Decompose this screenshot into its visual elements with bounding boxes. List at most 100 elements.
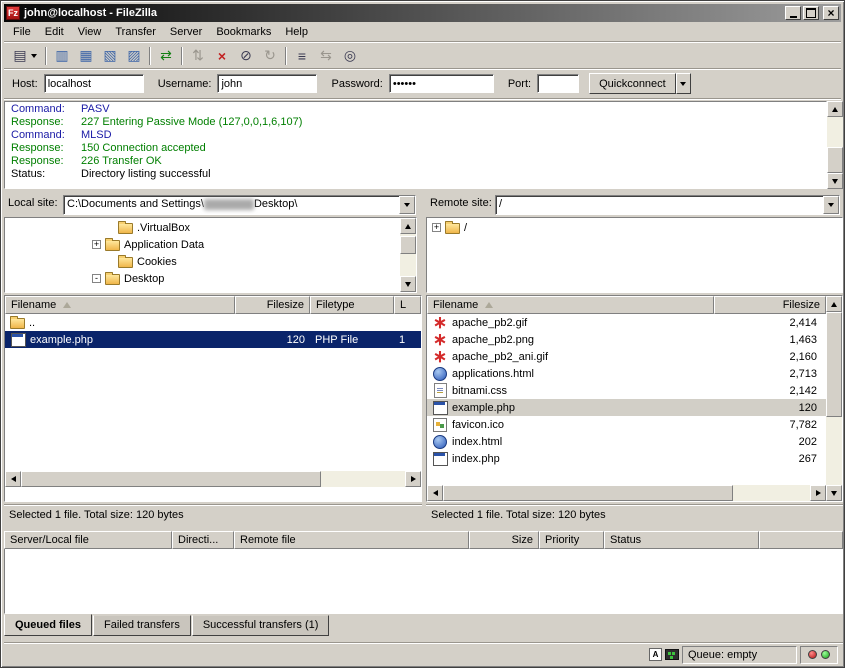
list-row[interactable]: index.php 267: [427, 450, 826, 467]
scroll-right-icon[interactable]: [405, 471, 421, 487]
column-header-filesize[interactable]: Filesize: [714, 296, 826, 314]
local-list-header: Filename Filesize Filetype L: [5, 296, 421, 314]
toggle-local-tree-icon[interactable]: ▦: [75, 46, 97, 66]
scroll-up-icon[interactable]: [400, 218, 416, 234]
list-row-example-php[interactable]: example.php 120 PHP File 1: [5, 331, 421, 348]
column-header-filesize[interactable]: Filesize: [235, 296, 310, 314]
scrollbar-thumb[interactable]: [827, 147, 843, 173]
quickconnect-button[interactable]: Quickconnect: [589, 73, 676, 94]
directory-comparison-icon[interactable]: ⇆: [315, 46, 337, 66]
toolbar: ▤ ▥ ▦ ▧ ▨ ⇄ ⇅ × ⊘ ↻ ≡ ⇆ ◎: [4, 43, 841, 69]
menu-transfer[interactable]: Transfer: [108, 24, 163, 40]
scroll-left-icon[interactable]: [5, 471, 21, 487]
port-input[interactable]: [537, 74, 579, 93]
username-input[interactable]: [217, 74, 317, 93]
column-header-remote-file[interactable]: Remote file: [234, 531, 469, 549]
file-search-icon[interactable]: ◎: [339, 46, 361, 66]
column-header-status[interactable]: Status: [604, 531, 759, 549]
column-header-size[interactable]: Size: [469, 531, 539, 549]
site-manager-icon[interactable]: ▤: [9, 46, 41, 66]
refresh-icon[interactable]: ⇄: [155, 46, 177, 66]
queue-list-empty[interactable]: [4, 549, 843, 614]
tab-failed-transfers[interactable]: Failed transfers: [93, 615, 191, 636]
scroll-down-icon[interactable]: [826, 485, 842, 501]
list-row[interactable]: applications.html 2,713: [427, 365, 826, 382]
list-row[interactable]: favicon.ico 7,782: [427, 416, 826, 433]
password-input[interactable]: [389, 74, 494, 93]
scroll-right-icon[interactable]: [810, 485, 826, 501]
column-header-direction[interactable]: Directi...: [172, 531, 234, 549]
directory-listing-filters-icon[interactable]: ≡: [291, 46, 313, 66]
list-row[interactable]: apache_pb2_ani.gif 2,160: [427, 348, 826, 365]
queue-status-text: Queue: empty: [688, 649, 757, 661]
expand-icon[interactable]: +: [432, 223, 441, 232]
toggle-queue-icon[interactable]: ▨: [123, 46, 145, 66]
local-list-hscrollbar[interactable]: [5, 471, 421, 487]
column-header-modified[interactable]: L: [394, 296, 421, 314]
scroll-down-icon[interactable]: [827, 173, 843, 189]
reconnect-icon[interactable]: ↻: [259, 46, 281, 66]
scroll-up-icon[interactable]: [827, 101, 843, 117]
remote-site-combo[interactable]: /: [495, 195, 840, 215]
folder-icon: [105, 240, 120, 251]
data-type-indicator-icon: [649, 648, 662, 661]
scroll-down-icon[interactable]: [400, 276, 416, 292]
column-header-filename[interactable]: Filename: [5, 296, 235, 314]
local-tree-scrollbar[interactable]: [400, 218, 416, 292]
combo-dropdown-icon[interactable]: [399, 196, 415, 214]
toolbar-separator: [181, 47, 183, 65]
combo-dropdown-icon[interactable]: [823, 196, 839, 214]
menu-view[interactable]: View: [71, 24, 109, 40]
menu-bookmarks[interactable]: Bookmarks: [209, 24, 278, 40]
column-header-priority[interactable]: Priority: [539, 531, 604, 549]
cancel-icon[interactable]: ×: [211, 46, 233, 66]
menu-edit[interactable]: Edit: [38, 24, 71, 40]
log-line: Command:MLSD: [11, 129, 826, 142]
scroll-up-icon[interactable]: [826, 296, 842, 312]
tree-item-application-data[interactable]: + Application Data: [5, 236, 400, 253]
close-button[interactable]: [823, 6, 839, 20]
tab-successful-transfers[interactable]: Successful transfers (1): [192, 615, 330, 636]
port-label: Port:: [508, 78, 531, 90]
tab-queued-files[interactable]: Queued files: [4, 614, 92, 636]
collapse-icon[interactable]: -: [92, 274, 101, 283]
column-header-server-local-file[interactable]: Server/Local file: [4, 531, 172, 549]
list-row[interactable]: apache_pb2.gif 2,414: [427, 314, 826, 331]
list-row[interactable]: apache_pb2.png 1,463: [427, 331, 826, 348]
list-row-selected[interactable]: example.php 120: [427, 399, 826, 416]
list-row-parent-dir[interactable]: ..: [5, 314, 421, 331]
menu-help[interactable]: Help: [278, 24, 315, 40]
minimize-button[interactable]: [785, 6, 801, 20]
remote-list-hscrollbar[interactable]: [427, 485, 826, 501]
scroll-left-icon[interactable]: [427, 485, 443, 501]
column-header-filename[interactable]: Filename: [427, 296, 714, 314]
column-header-filetype[interactable]: Filetype: [310, 296, 394, 314]
site-manager-dropdown-icon[interactable]: [31, 54, 37, 58]
list-row[interactable]: bitnami.css 2,142: [427, 382, 826, 399]
toggle-remote-tree-icon[interactable]: ▧: [99, 46, 121, 66]
tree-item-root[interactable]: + /: [432, 219, 842, 236]
scrollbar-thumb[interactable]: [826, 312, 842, 417]
remote-list-vscrollbar[interactable]: [826, 296, 842, 501]
tree-item-desktop[interactable]: - Desktop: [5, 270, 400, 287]
menu-server[interactable]: Server: [163, 24, 209, 40]
maximize-button[interactable]: [803, 6, 819, 20]
html-file-icon: [432, 366, 448, 381]
disconnect-icon[interactable]: ⊘: [235, 46, 257, 66]
tree-item-cookies[interactable]: Cookies: [5, 253, 400, 270]
scrollbar-thumb[interactable]: [21, 471, 321, 487]
folder-icon: [118, 223, 133, 234]
menu-file[interactable]: File: [6, 24, 38, 40]
quickconnect-dropdown-icon[interactable]: [676, 73, 691, 94]
process-queue-icon[interactable]: ⇅: [187, 46, 209, 66]
tree-item-virtualbox[interactable]: .VirtualBox: [5, 219, 400, 236]
host-input[interactable]: [44, 74, 144, 93]
expand-icon[interactable]: +: [92, 240, 101, 249]
list-row[interactable]: index.html 202: [427, 433, 826, 450]
scrollbar-thumb[interactable]: [443, 485, 733, 501]
local-site-combo[interactable]: C:\Documents and Settings\Desktop\: [63, 195, 416, 215]
username-label: Username:: [158, 78, 212, 90]
scrollbar-thumb[interactable]: [400, 236, 416, 254]
toggle-message-log-icon[interactable]: ▥: [51, 46, 73, 66]
log-scrollbar[interactable]: [827, 101, 843, 189]
